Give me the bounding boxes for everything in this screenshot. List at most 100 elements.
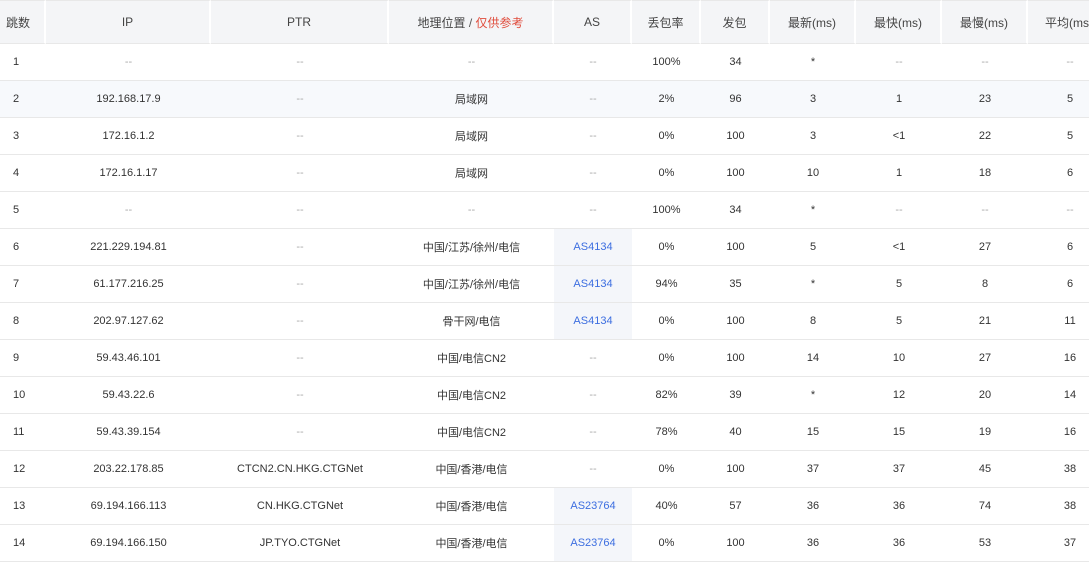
- loss-cell: 0%: [632, 229, 701, 266]
- best-value: --: [895, 56, 903, 68]
- geo-value: 骨干网/电信: [442, 316, 501, 328]
- sent-value: 34: [729, 204, 742, 216]
- worst-cell: 18: [942, 155, 1028, 192]
- sent-cell: 100: [701, 155, 770, 192]
- as-value: --: [589, 130, 597, 142]
- loss-cell: 0%: [632, 303, 701, 340]
- ip-value: 59.43.46.101: [96, 352, 161, 364]
- ip-cell: 203.22.178.85: [46, 451, 211, 488]
- ip-cell: 221.229.194.81: [46, 229, 211, 266]
- sent-cell: 100: [701, 451, 770, 488]
- as-link[interactable]: AS4134: [573, 315, 612, 327]
- last-value: 3: [809, 130, 817, 142]
- sent-value: 100: [726, 537, 745, 549]
- best-cell: 1: [856, 81, 942, 118]
- geo-cell: 中国/电信CN2: [389, 340, 554, 377]
- last-value: *: [810, 278, 816, 290]
- hop-value: 11: [13, 426, 25, 438]
- best-value: --: [895, 204, 903, 216]
- as-value: --: [589, 389, 597, 401]
- worst-cell: 45: [942, 451, 1028, 488]
- worst-cell: 27: [942, 340, 1028, 377]
- loss-value: 0%: [658, 352, 675, 364]
- geo-value: 局域网: [455, 94, 488, 106]
- loss-value: 94%: [655, 278, 678, 290]
- best-value: <1: [892, 130, 906, 142]
- worst-cell: 19: [942, 414, 1028, 451]
- ptr-value: CTCN2.CN.HKG.CTGNet: [237, 463, 363, 475]
- loss-cell: 0%: [632, 525, 701, 562]
- avg-cell: 6: [1028, 229, 1089, 266]
- column-header-as: AS: [554, 0, 632, 44]
- as-value: --: [589, 93, 597, 105]
- last-cell: 5: [770, 229, 856, 266]
- geo-value: 中国/电信CN2: [436, 390, 507, 402]
- column-header-geo-separator: /: [468, 15, 473, 30]
- as-link[interactable]: AS23764: [570, 537, 615, 549]
- hop-value: 10: [13, 389, 26, 401]
- ip-value: 61.177.216.25: [93, 278, 164, 290]
- ip-value: 172.16.1.17: [99, 167, 158, 179]
- as-value: --: [589, 56, 597, 68]
- sent-cell: 39: [701, 377, 770, 414]
- worst-value: 18: [978, 167, 992, 179]
- ptr-value: --: [296, 130, 304, 142]
- table-row: 14 69.194.166.150 JP.TYO.CTGNet 中国/香港/电信 AS2…: [0, 525, 1089, 562]
- avg-cell: --: [1028, 192, 1089, 229]
- table-row: 13 69.194.166.113 CN.HKG.CTGNet 中国/香港/电信 AS2…: [0, 488, 1089, 525]
- as-value: --: [589, 463, 597, 475]
- sent-value: 100: [726, 463, 745, 475]
- sent-value: 100: [726, 315, 745, 327]
- ptr-value: --: [296, 241, 304, 253]
- best-cell: 37: [856, 451, 942, 488]
- avg-value: 5: [1066, 93, 1074, 105]
- table-row: 3 172.16.1.2 -- 局域网 -- 0% 100 3 <1 22 5: [0, 118, 1089, 155]
- best-value: 36: [892, 500, 906, 512]
- loss-cell: 40%: [632, 488, 701, 525]
- hop-value: 14: [13, 537, 26, 549]
- hop-cell: 3: [0, 118, 46, 155]
- as-cell: --: [554, 340, 632, 377]
- last-cell: 36: [770, 488, 856, 525]
- hop-cell: 6: [0, 229, 46, 266]
- geo-value: 中国/香港/电信: [435, 464, 508, 476]
- ip-cell: 69.194.166.113: [46, 488, 211, 525]
- column-header-loss: 丢包率: [632, 0, 701, 44]
- geo-cell: 中国/香港/电信: [389, 488, 554, 525]
- avg-value: 6: [1066, 167, 1074, 179]
- ptr-value: --: [296, 56, 304, 68]
- avg-value: --: [1066, 204, 1074, 216]
- best-value: 5: [895, 315, 903, 327]
- column-header-sent: 发包: [701, 0, 770, 44]
- as-cell: AS4134: [554, 303, 632, 340]
- hop-cell: 5: [0, 192, 46, 229]
- loss-cell: 78%: [632, 414, 701, 451]
- ptr-value: --: [296, 389, 304, 401]
- avg-value: 16: [1063, 426, 1077, 438]
- sent-cell: 100: [701, 229, 770, 266]
- sent-value: 100: [726, 167, 745, 179]
- last-value: 15: [806, 426, 820, 438]
- ip-value: --: [124, 56, 133, 68]
- as-link[interactable]: AS4134: [573, 241, 612, 253]
- geo-cell: 中国/江苏/徐州/电信: [389, 229, 554, 266]
- ip-value: 69.194.166.150: [90, 537, 167, 549]
- avg-cell: 14: [1028, 377, 1089, 414]
- ip-cell: 59.43.46.101: [46, 340, 211, 377]
- geo-value: --: [467, 56, 476, 68]
- ip-value: 202.97.127.62: [93, 315, 164, 327]
- avg-value: 5: [1066, 130, 1074, 142]
- last-cell: *: [770, 377, 856, 414]
- geo-value: 中国/江苏/徐州/电信: [422, 279, 521, 291]
- ptr-value: --: [296, 315, 304, 327]
- hop-cell: 8: [0, 303, 46, 340]
- hop-value: 7: [13, 278, 20, 290]
- ip-cell: --: [46, 192, 211, 229]
- best-cell: 1: [856, 155, 942, 192]
- ptr-value: JP.TYO.CTGNet: [259, 537, 341, 549]
- avg-cell: 38: [1028, 451, 1089, 488]
- avg-cell: --: [1028, 44, 1089, 81]
- sent-cell: 100: [701, 303, 770, 340]
- as-link[interactable]: AS4134: [573, 278, 612, 290]
- as-link[interactable]: AS23764: [570, 500, 615, 512]
